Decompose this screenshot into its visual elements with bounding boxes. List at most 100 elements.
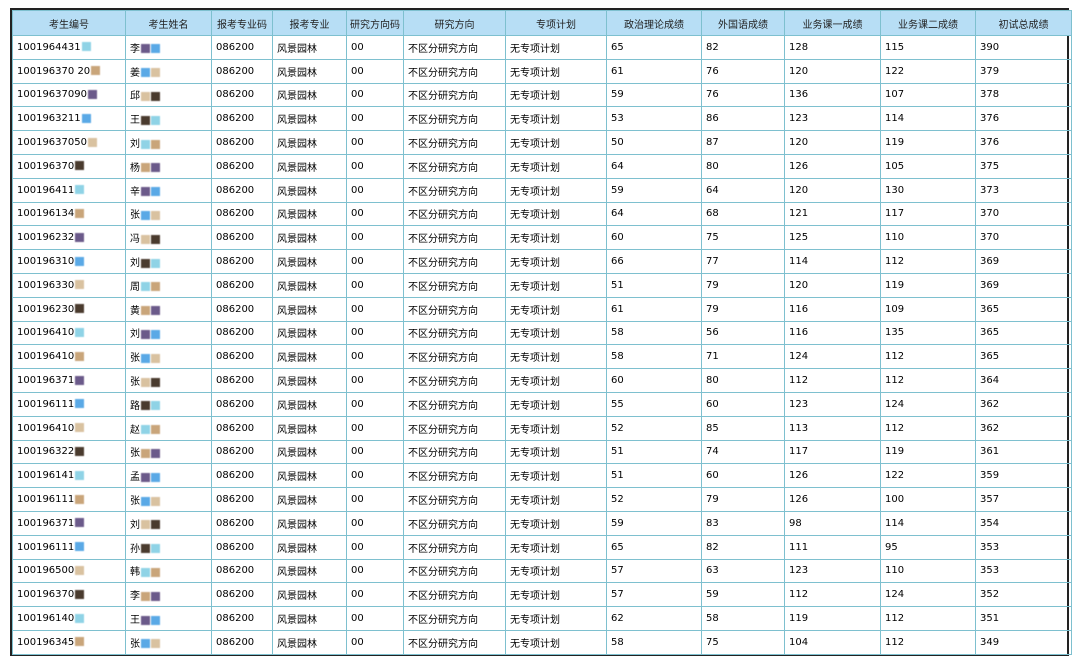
table-cell: 126 [784, 463, 881, 489]
column-header[interactable]: 报考专业 [272, 10, 347, 36]
column-header[interactable]: 业务课一成绩 [784, 10, 881, 36]
table-row[interactable]: 100196330 周 086200 风景园林 00 不区分研究方向 无专项计划 51 79 12… [12, 272, 1072, 298]
cell-text: 风景园林 [277, 638, 317, 650]
cell-text: 无专项计划 [510, 567, 560, 579]
cell-text: 张 [130, 448, 140, 460]
cell-text: 63 [706, 565, 719, 577]
table-cell: 黄 [125, 296, 212, 322]
column-header[interactable]: 研究方向码 [346, 10, 404, 36]
table-cell: 086200 [211, 558, 273, 584]
table-row[interactable]: 100196322 张 086200 风景园林 00 不区分研究方向 无专项计划 51 74 11… [12, 439, 1072, 465]
cell-text: 086200 [216, 137, 255, 149]
table-cell: 351 [975, 606, 1072, 631]
table-row[interactable]: 1001963211 王 086200 风景园林 00 不区分研究方向 无专项计划 53 86 1… [12, 106, 1072, 132]
cell-text: 104 [789, 636, 809, 648]
cell-text: 风景园林 [277, 186, 317, 198]
table-cell: 00 [346, 487, 404, 512]
table-row[interactable]: 100196140 王 086200 风景园林 00 不区分研究方向 无专项计划 62 58 11… [12, 606, 1072, 631]
cell-text: 362 [980, 398, 1000, 410]
cell-text: 00 [351, 422, 364, 434]
cell-text: 65 [611, 541, 624, 553]
cell-text: 不区分研究方向 [408, 400, 478, 412]
table-row[interactable]: 100196111 孙 086200 风景园林 00 不区分研究方向 无专项计划 65 82 11… [12, 534, 1072, 560]
table-row[interactable]: 100196345 张 086200 风景园林 00 不区分研究方向 无专项计划 58 75 10… [12, 629, 1072, 655]
table-row[interactable]: 100196310 刘 086200 风景园林 00 不区分研究方向 无专项计划 66 77 11… [12, 249, 1072, 274]
table-row[interactable]: 100196410 张 086200 风景园林 00 不区分研究方向 无专项计划 58 71 12… [12, 344, 1072, 370]
column-header[interactable]: 专项计划 [505, 10, 607, 36]
cell-text: 351 [980, 613, 1000, 625]
table-row[interactable]: 10019637050 刘 086200 风景园林 00 不区分研究方向 无专项计划 50 87… [12, 130, 1072, 155]
cell-text: 不区分研究方向 [408, 591, 478, 603]
column-header[interactable]: 研究方向 [403, 10, 506, 36]
cell-text: 369 [980, 256, 1000, 268]
table-row[interactable]: 100196411 辛 086200 风景园林 00 不区分研究方向 无专项计划 59 64 12… [12, 177, 1072, 203]
table-row[interactable]: 100196371 张 086200 风景园林 00 不区分研究方向 无专项计划 60 80 11… [12, 368, 1072, 393]
table-cell: 100196134 [12, 201, 126, 227]
cell-text: 375 [980, 160, 1000, 172]
table-row[interactable]: 100196232 冯 086200 风景园林 00 不区分研究方向 无专项计划 60 75 12… [12, 225, 1072, 251]
table-cell: 无专项计划 [505, 534, 607, 560]
cell-text: 不区分研究方向 [408, 472, 478, 484]
table-row[interactable]: 100196410 刘 086200 风景园林 00 不区分研究方向 无专项计划 58 56 11… [12, 320, 1072, 346]
table-cell: 不区分研究方向 [403, 534, 506, 560]
column-header[interactable]: 外国语成绩 [701, 10, 785, 36]
cell-text: 100196111 [17, 494, 75, 506]
privacy-mosaic [141, 401, 150, 411]
column-header[interactable]: 业务课二成绩 [880, 10, 976, 36]
table-cell: 119 [880, 439, 976, 465]
privacy-mosaic [141, 258, 150, 268]
privacy-mosaic [75, 256, 85, 266]
table-cell: 116 [784, 320, 881, 346]
column-header[interactable]: 初试总成绩 [975, 10, 1072, 36]
table-row[interactable]: 100196370 李 086200 风景园林 00 不区分研究方向 无专项计划 57 59 11… [12, 582, 1072, 608]
cell-text: 风景园林 [277, 615, 317, 627]
table-row[interactable]: 1001964431 李 086200 风景园林 00 不区分研究方向 无专项计划 65 82 1… [12, 35, 1072, 60]
table-row[interactable]: 100196230 黄 086200 风景园林 00 不区分研究方向 无专项计划 61 79 11… [12, 296, 1072, 322]
column-header[interactable]: 报考专业码 [211, 10, 273, 36]
column-header[interactable]: 考生姓名 [125, 10, 212, 36]
table-cell: 79 [701, 296, 785, 322]
table-row[interactable]: 100196370 20 姜 086200 风景园林 00 不区分研究方向 无专项计划 61 7… [12, 58, 1072, 84]
table-cell: 00 [346, 629, 404, 655]
table-cell: 120 [784, 130, 881, 155]
table-row[interactable]: 100196371 刘 086200 风景园林 00 不区分研究方向 无专项计划 59 83 98… [12, 510, 1072, 536]
table-row[interactable]: 10019637090 邱 086200 风景园林 00 不区分研究方向 无专项计划 59 76… [12, 82, 1072, 108]
column-header[interactable]: 考生编号 [12, 10, 126, 36]
table-row[interactable]: 100196410 赵 086200 风景园林 00 不区分研究方向 无专项计划 52 85 11… [12, 415, 1072, 441]
table-cell: 362 [975, 391, 1072, 417]
table-cell: 风景园林 [272, 35, 347, 60]
cell-text: 00 [351, 636, 364, 648]
cell-text: 王 [130, 115, 140, 127]
cell-text: 370 [980, 208, 1000, 220]
table-row[interactable]: 100196134 张 086200 风景园林 00 不区分研究方向 无专项计划 64 68 12… [12, 201, 1072, 227]
table-row[interactable]: 100196370 杨 086200 风景园林 00 不区分研究方向 无专项计划 64 80 12… [12, 153, 1072, 179]
table-cell: 71 [701, 344, 785, 370]
cell-text: 00 [351, 565, 364, 577]
table-cell: 60 [606, 368, 702, 393]
cell-text: 376 [980, 113, 1000, 125]
table-cell: 00 [346, 534, 404, 560]
privacy-mosaic [88, 89, 97, 99]
table-row[interactable]: 100196141 孟 086200 风景园林 00 不区分研究方向 无专项计划 51 60 12… [12, 463, 1072, 489]
table-cell: 00 [346, 106, 404, 132]
cell-text: 不区分研究方向 [408, 234, 478, 246]
table-row[interactable]: 100196500 韩 086200 风景园林 00 不区分研究方向 无专项计划 57 63 12… [12, 558, 1072, 584]
cell-text: 126 [789, 160, 809, 172]
cell-text: 120 [789, 65, 809, 77]
table-cell: 00 [346, 582, 404, 608]
privacy-mosaic [151, 496, 160, 506]
privacy-mosaic [141, 544, 150, 554]
table-row[interactable]: 100196111 路 086200 风景园林 00 不区分研究方向 无专项计划 55 60 12… [12, 391, 1072, 417]
privacy-mosaic [151, 615, 160, 625]
cell-text: 100 [885, 494, 905, 506]
table-cell: 119 [880, 130, 976, 155]
cell-text: 无专项计划 [510, 234, 560, 246]
column-header[interactable]: 政治理论成绩 [606, 10, 702, 36]
table-cell: 120 [784, 272, 881, 298]
table-row[interactable]: 100196111 张 086200 风景园林 00 不区分研究方向 无专项计划 52 79 12… [12, 487, 1072, 512]
cell-text: 114 [885, 113, 905, 125]
table-cell: 00 [346, 35, 404, 60]
cell-text: 无专项计划 [510, 67, 560, 79]
privacy-mosaic [141, 68, 150, 78]
table-cell: 353 [975, 534, 1072, 560]
